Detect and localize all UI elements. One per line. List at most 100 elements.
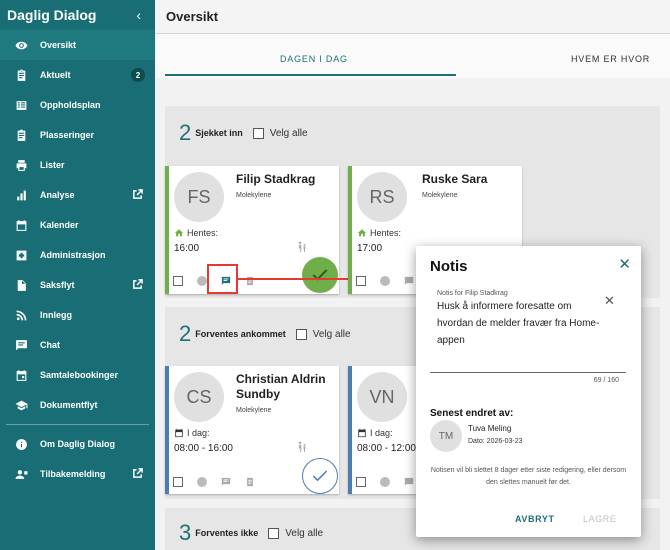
sidebar-item-label: Saksflyt <box>40 280 75 290</box>
checkout-button[interactable] <box>302 257 338 293</box>
list-icon[interactable] <box>245 477 255 487</box>
tab-dagen-i-dag[interactable]: DAGEN I DAG <box>280 54 348 64</box>
sidebar-item-analyse[interactable]: Analyse <box>0 180 155 210</box>
select-checkbox[interactable] <box>173 477 183 487</box>
save-button[interactable]: LAGRE <box>583 514 617 524</box>
select-all-label: Velg alle <box>269 127 308 139</box>
schedule-label-text: I dag: <box>187 428 210 438</box>
sidebar-item-om-daglig-dialog[interactable]: Om Daglig Dialog <box>0 429 155 459</box>
pickup-label-text: Hentes: <box>370 228 402 238</box>
clock-icon[interactable] <box>197 477 207 487</box>
close-icon[interactable]: ✕ <box>618 255 631 273</box>
clear-note-icon[interactable]: ✕ <box>604 293 615 309</box>
sidebar-item-dokumentflyt[interactable]: Dokumentflyt <box>0 390 155 420</box>
select-all-label: Velg alle <box>285 527 324 539</box>
sidebar-item-label: Administrasjon <box>40 250 106 260</box>
sidebar-item-plasseringer[interactable]: Plasseringer <box>0 120 155 150</box>
section-header: 2 Sjekket inn Velg alle <box>179 120 308 146</box>
select-checkbox[interactable] <box>356 276 366 286</box>
section-label: Forventes ikke <box>195 528 259 538</box>
child-department: Molekylene <box>236 192 272 199</box>
calendar-icon <box>14 218 28 232</box>
note-icon[interactable] <box>404 276 414 286</box>
select-checkbox[interactable] <box>173 276 183 286</box>
rss-icon <box>14 308 28 322</box>
admin-icon <box>14 248 28 262</box>
editor-avatar: TM <box>430 420 462 452</box>
card-status-stripe <box>348 166 352 294</box>
sidebar-item-tilbakemelding[interactable]: Tilbakemelding <box>0 459 155 489</box>
note-field-label: Notis for Filip Stadkrag <box>437 290 508 297</box>
section-header: 3 Forventes ikke Velg alle <box>179 520 323 546</box>
app-title: Daglig Dialog <box>7 7 97 23</box>
cancel-button[interactable]: AVBRYT <box>515 514 555 524</box>
clipboard-icon <box>14 68 28 82</box>
feedback-icon <box>14 467 28 481</box>
sidebar-item-samtalebookinger[interactable]: Samtalebookinger <box>0 360 155 390</box>
sidebar-item-kalender[interactable]: Kalender <box>0 210 155 240</box>
child-card-christian[interactable]: CS Christian Aldrin Sundby Molekylene I … <box>165 366 339 494</box>
active-tab-indicator <box>165 74 456 76</box>
sidebar-item-label: Analyse <box>40 190 75 200</box>
schedule-label: I dag: <box>357 428 393 438</box>
sidebar-nav-secondary: Om Daglig Dialog Tilbakemelding <box>0 429 155 489</box>
notification-badge: 2 <box>131 68 145 82</box>
sidebar-item-innlegg[interactable]: Innlegg <box>0 300 155 330</box>
select-checkbox[interactable] <box>356 477 366 487</box>
tab-hvem-er-hvor[interactable]: HVEM ER HVOR <box>571 54 650 64</box>
sidebar-item-chat[interactable]: Chat <box>0 330 155 360</box>
clock-icon[interactable] <box>380 477 390 487</box>
sidebar-item-label: Innlegg <box>40 310 72 320</box>
calendar-icon <box>175 428 183 438</box>
sidebar-item-lister[interactable]: Lister <box>0 150 155 180</box>
avatar: RS <box>357 172 407 222</box>
sidebar-item-oversikt[interactable]: Oversikt <box>0 30 155 60</box>
sidebar-item-label: Om Daglig Dialog <box>40 439 116 449</box>
child-name: Ruske Sara <box>422 172 488 186</box>
note-icon[interactable] <box>404 477 414 487</box>
collapse-sidebar-icon[interactable]: ‹ <box>136 7 141 23</box>
deletion-info-text: Notisen vil bli slettet 8 dager etter si… <box>430 467 627 486</box>
sidebar-divider <box>6 424 149 425</box>
sidebar-nav: Oversikt Aktuelt 2 Oppholdsplan Plasseri… <box>0 30 155 420</box>
sidebar-item-oppholdsplan[interactable]: Oppholdsplan <box>0 90 155 120</box>
sidebar-header: Daglig Dialog ‹ <box>0 0 155 30</box>
assignment-icon <box>14 128 28 142</box>
note-icon[interactable] <box>221 477 231 487</box>
child-department: Molekylene <box>422 192 458 199</box>
check-icon <box>312 269 328 281</box>
select-all-checkbox[interactable] <box>252 127 264 139</box>
child-department: Molekylene <box>236 407 272 414</box>
note-textarea[interactable]: Husk å informere foresatte om hvordan de… <box>437 298 607 349</box>
note-icon-highlight <box>207 264 238 294</box>
select-all-checkbox[interactable] <box>295 328 307 340</box>
card-status-stripe <box>165 166 169 294</box>
section-count: 3 <box>179 520 192 545</box>
pickup-label-text: Hentes: <box>187 228 219 238</box>
pickup-time: 17:00 <box>357 243 383 254</box>
dialog-title: Notis <box>430 258 468 275</box>
schedule-label: I dag: <box>174 428 210 438</box>
pickup-time: 16:00 <box>174 243 200 254</box>
select-all-checkbox[interactable] <box>268 527 280 539</box>
child-card-filip[interactable]: FS Filip Stadkrag Molekylene Hentes: 16:… <box>165 166 339 294</box>
card-actions <box>173 477 269 487</box>
clock-icon[interactable] <box>197 276 207 286</box>
sidebar-item-administrasjon[interactable]: Administrasjon <box>0 240 155 270</box>
sidebar-item-aktuelt[interactable]: Aktuelt 2 <box>0 60 155 90</box>
checkin-button[interactable] <box>302 458 338 494</box>
editor-name: Tuva Meling <box>468 424 512 433</box>
external-link-icon <box>132 279 143 290</box>
sidebar-item-label: Oversikt <box>40 40 77 50</box>
section-label: Forventes ankommet <box>195 329 286 339</box>
avatar: FS <box>174 172 224 222</box>
section-label: Sjekket inn <box>195 128 243 138</box>
event-icon <box>14 368 28 382</box>
sidebar-item-label: Aktuelt <box>40 70 71 80</box>
card-status-stripe <box>348 366 352 494</box>
last-changed-heading: Senest endret av: <box>430 408 514 419</box>
sidebar-item-label: Chat <box>40 340 60 350</box>
sidebar-item-saksflyt[interactable]: Saksflyt <box>0 270 155 300</box>
clock-icon[interactable] <box>380 276 390 286</box>
avatar: CS <box>174 372 224 422</box>
